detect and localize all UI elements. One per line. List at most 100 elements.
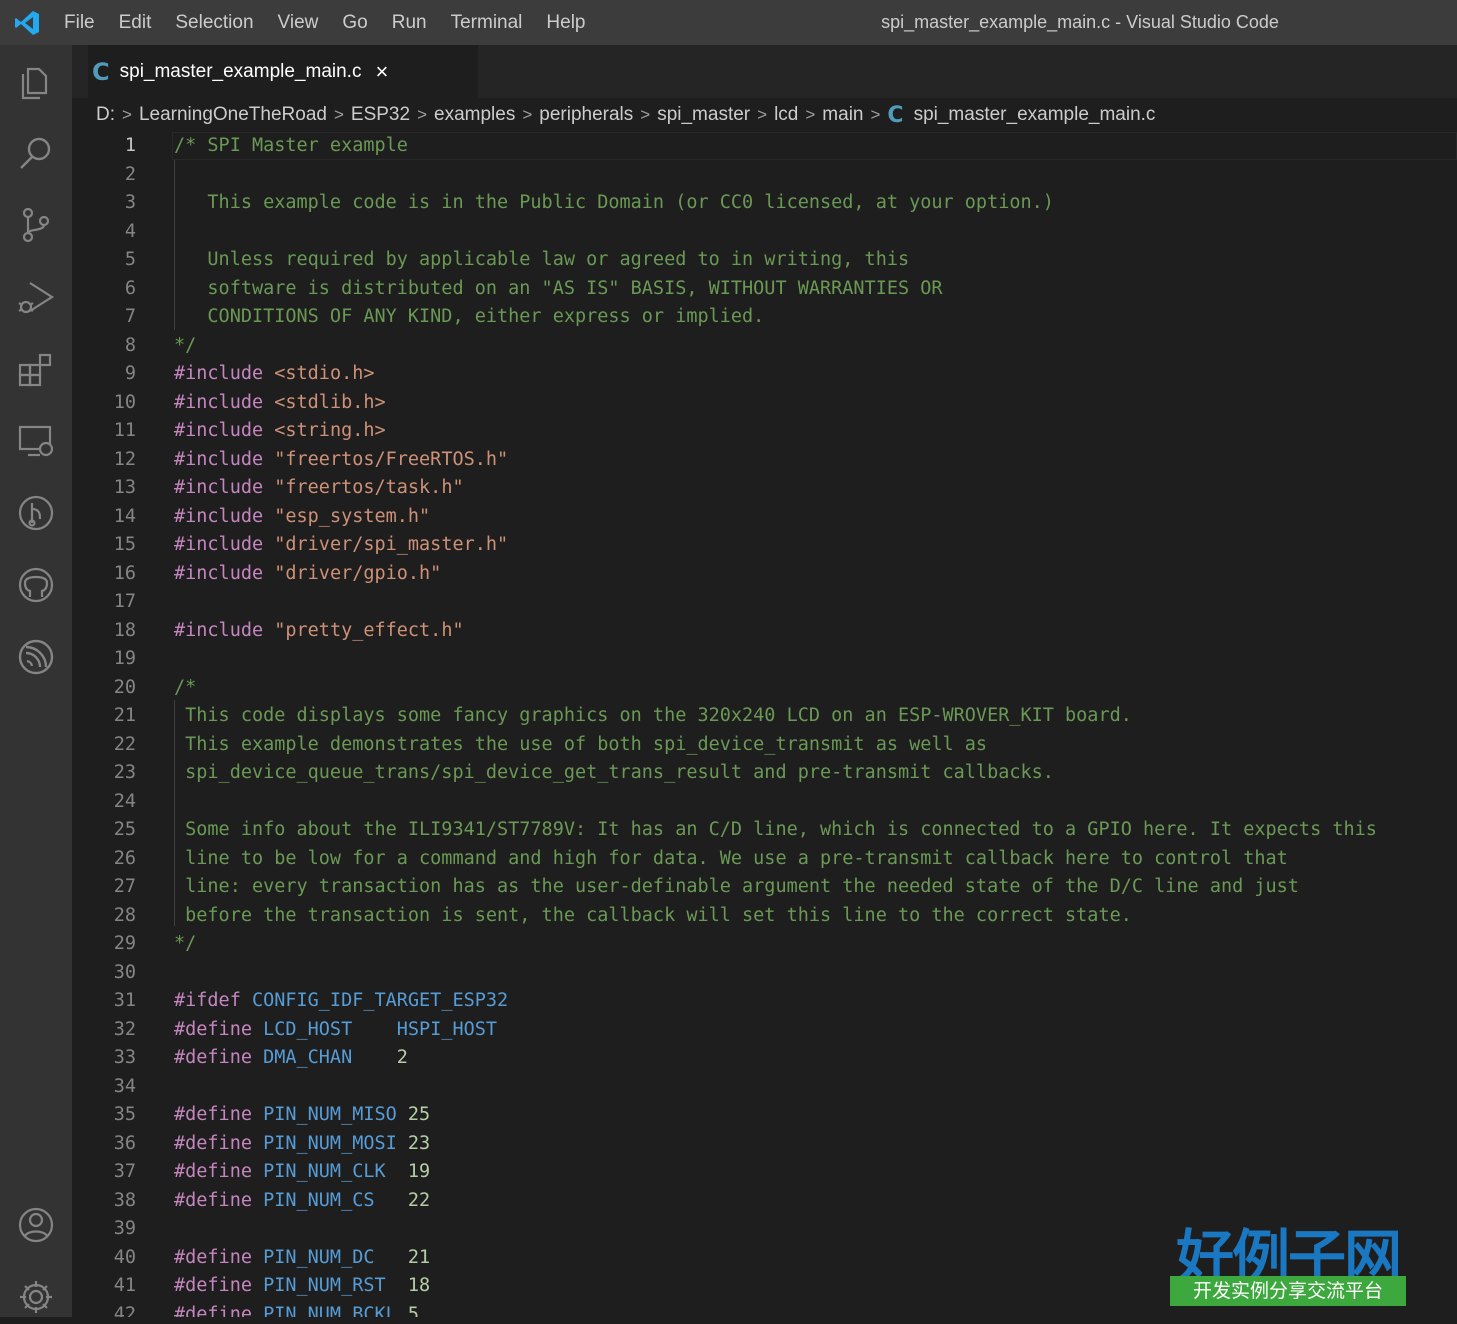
code-token: #include xyxy=(174,562,264,584)
breadcrumb-main[interactable]: main xyxy=(822,104,863,126)
breadcrumb: D: > LearningOneTheRoad > ESP32 > exampl… xyxy=(72,98,1457,132)
code-line[interactable]: #include "driver/spi_master.h" xyxy=(174,531,508,559)
breadcrumb-lcd[interactable]: lcd xyxy=(774,104,798,126)
code-token: */ xyxy=(174,334,197,356)
line-number: 6 xyxy=(124,277,136,299)
extensions-icon[interactable] xyxy=(14,347,58,391)
line-number: 40 xyxy=(113,1246,136,1268)
line-number: 19 xyxy=(113,648,136,669)
code-line[interactable]: #include "freertos/task.h" xyxy=(174,474,464,502)
breadcrumb-learningonetheroad[interactable]: LearningOneTheRoad xyxy=(139,104,327,126)
github-icon[interactable] xyxy=(14,563,58,607)
code-line[interactable]: #ifdef CONFIG_IDF_TARGET_ESP32 xyxy=(174,987,508,1015)
code-line[interactable]: #define PIN_NUM_MISO 25 xyxy=(174,1101,430,1129)
code-line[interactable]: before the transaction is sent, the call… xyxy=(174,902,1132,930)
breadcrumb-spi-master[interactable]: spi_master xyxy=(657,104,750,126)
chevron-right-icon: > xyxy=(640,105,651,124)
espressif-icon[interactable] xyxy=(14,635,58,679)
menu-selection[interactable]: Selection xyxy=(163,12,265,34)
code-token: Unless required by applicable law or agr… xyxy=(174,249,910,270)
line-number: 5 xyxy=(124,249,136,270)
breadcrumb-file[interactable]: spi_master_example_main.c xyxy=(914,104,1156,126)
breadcrumb-examples[interactable]: examples xyxy=(434,104,515,126)
code-line[interactable]: This example code is in the Public Domai… xyxy=(174,189,1054,217)
code-line[interactable]: #include <stdio.h> xyxy=(174,360,375,388)
code-token: DMA_CHAN xyxy=(263,1047,353,1068)
code-token: #include xyxy=(174,448,264,470)
menu-view[interactable]: View xyxy=(266,12,331,34)
code-line[interactable]: */ xyxy=(174,930,196,958)
close-icon[interactable]: × xyxy=(375,59,388,85)
menu-run[interactable]: Run xyxy=(380,12,439,34)
code-line[interactable]: #define PIN_NUM_RST 18 xyxy=(174,1272,430,1300)
tab-spi-master-example-main[interactable]: C spi_master_example_main.c × xyxy=(88,45,478,98)
code-line[interactable]: #define PIN_NUM_DC 21 xyxy=(174,1244,430,1272)
code-line[interactable]: #define PIN_NUM_CLK 19 xyxy=(174,1158,430,1186)
code-token: "freertos/task.h" xyxy=(274,477,464,498)
code-token: "esp_system.h" xyxy=(274,505,431,527)
menu-file[interactable]: File xyxy=(52,12,107,34)
code-token: PIN_NUM_CS xyxy=(263,1189,375,1211)
code-line[interactable]: #define PIN_NUM_MOSI 23 xyxy=(174,1130,430,1158)
code-line[interactable]: CONDITIONS OF ANY KIND, either express o… xyxy=(174,303,764,331)
code-line[interactable]: #include <string.h> xyxy=(174,417,386,445)
code-line[interactable]: #include "driver/gpio.h" xyxy=(174,560,441,588)
code-token: #define xyxy=(174,1275,252,1296)
settings-gear-icon[interactable] xyxy=(14,1275,58,1319)
code-token: <stdlib.h> xyxy=(274,391,386,413)
code-line[interactable]: line to be low for a command and high fo… xyxy=(174,845,1288,873)
code-line[interactable]: line: every transaction has as the user-… xyxy=(174,873,1299,901)
code-line[interactable]: #define PIN_NUM_BCKL 5 xyxy=(174,1301,419,1318)
code-line[interactable]: /* xyxy=(174,674,196,702)
line-number: 4 xyxy=(124,220,136,242)
code-line[interactable]: #include <stdlib.h> xyxy=(174,389,386,417)
breadcrumb-drive[interactable]: D: xyxy=(96,104,115,126)
code-line[interactable]: Unless required by applicable law or agr… xyxy=(174,246,909,274)
code-line[interactable]: #define LCD_HOST HSPI_HOST xyxy=(174,1016,497,1044)
code-line[interactable]: This code displays some fancy graphics o… xyxy=(174,702,1132,730)
code-line[interactable]: /* SPI Master example xyxy=(174,132,408,160)
window-title: spi_master_example_main.c - Visual Studi… xyxy=(881,12,1279,32)
code-line[interactable]: #define PIN_NUM_CS 22 xyxy=(174,1187,430,1215)
run-debug-icon[interactable] xyxy=(14,275,58,319)
breadcrumb-peripherals[interactable]: peripherals xyxy=(539,104,633,126)
code-line[interactable]: #include "esp_system.h" xyxy=(174,503,430,531)
code-line[interactable]: Some info about the ILI9341/ST7789V: It … xyxy=(174,816,1377,844)
code-line[interactable]: #define DMA_CHAN 2 xyxy=(174,1044,408,1072)
code-line[interactable]: */ xyxy=(174,332,196,360)
line-number: 25 xyxy=(113,819,136,840)
code-line[interactable]: This example demonstrates the use of bot… xyxy=(174,731,987,759)
account-icon[interactable] xyxy=(14,1203,58,1247)
code-line[interactable]: #include "freertos/FreeRTOS.h" xyxy=(174,446,508,474)
code-editor[interactable]: 1/* SPI Master example 2 3 This example co… xyxy=(72,132,1457,1317)
chevron-right-icon: > xyxy=(122,105,132,124)
menu-go[interactable]: Go xyxy=(330,12,379,34)
code-line[interactable]: spi_device_queue_trans/spi_device_get_tr… xyxy=(174,759,1054,787)
code-token: "driver/spi_master.h" xyxy=(274,534,509,555)
code-line[interactable]: software is distributed on an "AS IS" BA… xyxy=(174,275,942,303)
explorer-icon[interactable] xyxy=(14,59,58,103)
menu-terminal[interactable]: Terminal xyxy=(439,12,535,34)
code-token: "pretty_effect.h" xyxy=(274,619,464,641)
code-line[interactable]: #include "pretty_effect.h" xyxy=(174,617,464,645)
line-number: 16 xyxy=(113,562,136,584)
menu-help[interactable]: Help xyxy=(534,12,597,34)
vscode-logo-icon[interactable] xyxy=(14,10,40,36)
source-control-icon[interactable] xyxy=(14,203,58,247)
menu-edit[interactable]: Edit xyxy=(107,12,164,34)
remote-explorer-icon[interactable] xyxy=(14,419,58,463)
menu-bar: File Edit Selection View Go Run Terminal… xyxy=(52,0,598,45)
search-icon[interactable] xyxy=(14,131,58,175)
code-token: #define xyxy=(174,1132,252,1154)
breadcrumb-esp32[interactable]: ESP32 xyxy=(351,104,410,126)
line-number: 39 xyxy=(113,1218,136,1239)
gitlens-icon[interactable] xyxy=(14,491,58,535)
chevron-right-icon: > xyxy=(522,105,533,124)
